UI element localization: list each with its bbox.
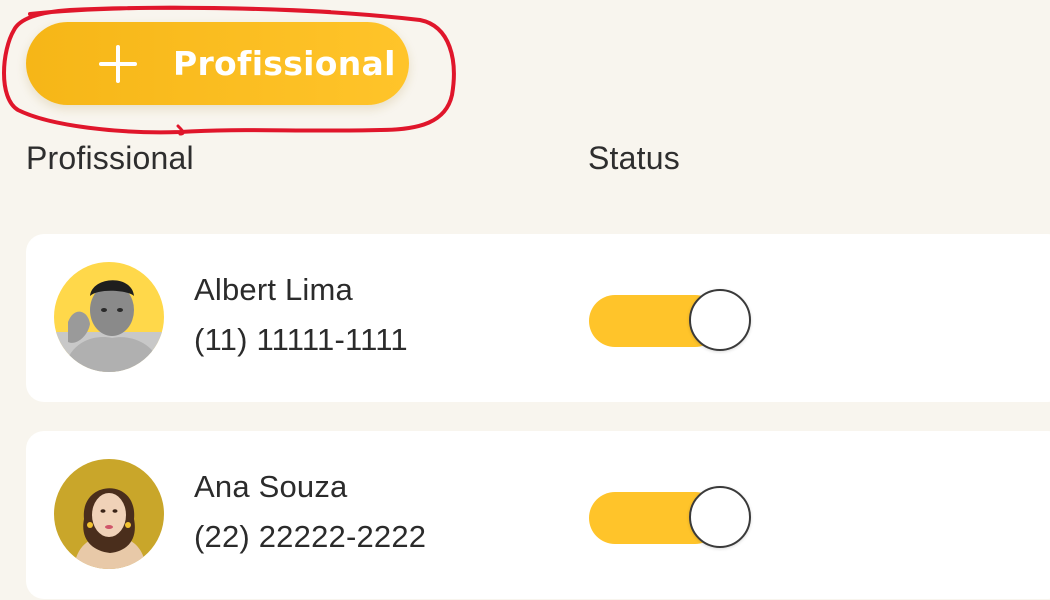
status-toggle[interactable] [589,486,753,550]
toggle-knob [689,486,751,548]
plus-icon [99,44,137,83]
avatar [54,262,164,372]
avatar [54,459,164,569]
professionals-page: Profissional Profissional Status Albert … [0,0,1050,600]
column-header-status: Status [588,140,680,176]
professional-name: Ana Souza [194,469,348,504]
table-row[interactable]: Ana Souza (22) 22222-2222 [26,431,1050,599]
table-row[interactable]: Albert Lima (11) 11111-1111 [26,234,1050,402]
status-toggle[interactable] [589,289,753,353]
column-header-profissional: Profissional [26,140,194,176]
toggle-knob [689,289,751,351]
professional-phone: (22) 22222-2222 [194,519,427,554]
add-professional-label: Profissional [173,44,396,83]
professional-phone: (11) 11111-1111 [194,322,408,357]
add-professional-button[interactable]: Profissional [26,22,409,105]
professional-name: Albert Lima [194,272,353,307]
